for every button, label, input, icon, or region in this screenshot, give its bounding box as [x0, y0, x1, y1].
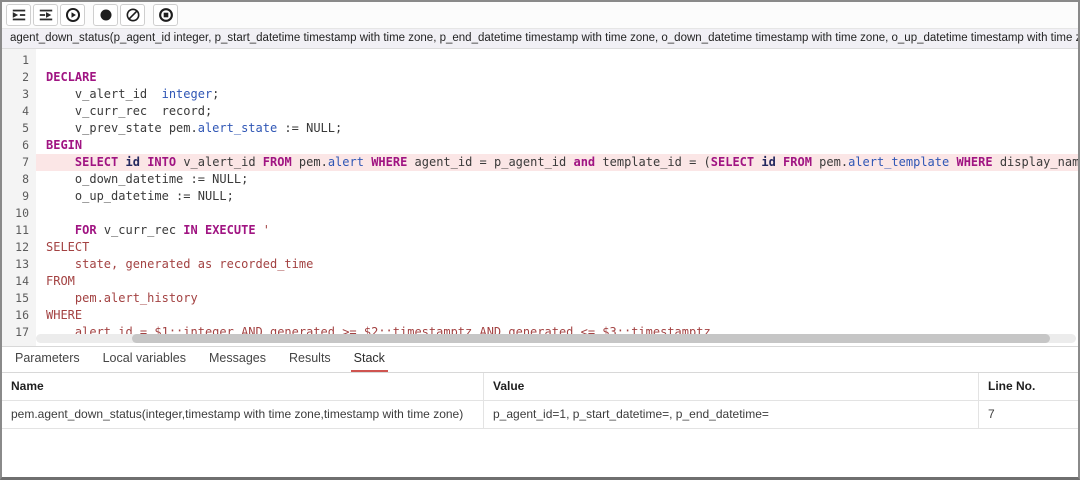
code-row: 13 state, generated as recorded_time	[2, 256, 1078, 273]
tab-parameters[interactable]: Parameters	[12, 347, 83, 372]
code-line[interactable]: DECLARE	[36, 69, 1078, 86]
code-row: 11 FOR v_curr_rec IN EXECUTE '	[2, 222, 1078, 239]
code-row: 4 v_curr_rec record;	[2, 103, 1078, 120]
line-number[interactable]: 3	[2, 86, 36, 103]
code-line[interactable]: FOR v_curr_rec IN EXECUTE '	[36, 222, 1078, 239]
line-number[interactable]: 14	[2, 273, 36, 290]
code-row: 14FROM	[2, 273, 1078, 290]
code-row: 3 v_alert_id integer;	[2, 86, 1078, 103]
code-line[interactable]: v_curr_rec record;	[36, 103, 1078, 120]
code-row: 8 o_down_datetime := NULL;	[2, 171, 1078, 188]
code-row: 15 pem.alert_history	[2, 290, 1078, 307]
line-number[interactable]: 9	[2, 188, 36, 205]
line-number[interactable]: 5	[2, 120, 36, 137]
code-line[interactable]: state, generated as recorded_time	[36, 256, 1078, 273]
frame-value-cell: p_agent_id=1, p_start_datetime=, p_end_d…	[484, 401, 979, 428]
code-line[interactable]	[36, 52, 1078, 69]
filled-circle-icon	[98, 7, 114, 23]
debugger-window: agent_down_status(p_agent_id integer, p_…	[0, 0, 1080, 480]
play-circle-icon	[65, 7, 81, 23]
line-number[interactable]: 15	[2, 290, 36, 307]
step-over-icon	[38, 7, 54, 23]
debugger-toolbar	[2, 2, 1078, 29]
line-number[interactable]: 4	[2, 103, 36, 120]
tab-stack[interactable]: Stack	[351, 347, 388, 372]
continue-button[interactable]	[60, 4, 85, 26]
tab-messages[interactable]: Messages	[206, 347, 269, 372]
clear-all-breakpoints-button[interactable]	[120, 4, 145, 26]
code-line[interactable]: o_up_datetime := NULL;	[36, 188, 1078, 205]
toggle-breakpoint-button[interactable]	[93, 4, 118, 26]
stack-table-header: NameValueLine No.	[2, 373, 1078, 401]
line-number[interactable]: 2	[2, 69, 36, 86]
column-header[interactable]: Line No.	[979, 373, 1078, 400]
column-header[interactable]: Name	[2, 373, 484, 400]
frame-line-cell: 7	[979, 401, 1078, 428]
code-row: 7 SELECT id INTO v_alert_id FROM pem.ale…	[2, 154, 1078, 171]
line-number[interactable]: 12	[2, 239, 36, 256]
debugger-tabs: Parameters Local variables Messages Results…	[2, 346, 1078, 372]
code-line[interactable]: SELECT	[36, 239, 1078, 256]
horizontal-scrollbar-thumb[interactable]	[132, 334, 1050, 343]
line-number[interactable]: 1	[2, 52, 36, 69]
step-into-button[interactable]	[6, 4, 31, 26]
tab-local-variables[interactable]: Local variables	[100, 347, 189, 372]
stack-frame-row[interactable]: pem.agent_down_status(integer,timestamp …	[2, 401, 1078, 429]
code-line[interactable]: WHERE	[36, 307, 1078, 324]
line-number[interactable]: 17	[2, 324, 36, 341]
code-line[interactable]	[36, 205, 1078, 222]
function-signature: agent_down_status(p_agent_id integer, p_…	[2, 29, 1078, 49]
code-line-current[interactable]: SELECT id INTO v_alert_id FROM pem.alert…	[36, 154, 1078, 171]
stack-table: NameValueLine No.pem.agent_down_status(i…	[2, 372, 1078, 429]
code-line[interactable]: v_alert_id integer;	[36, 86, 1078, 103]
line-number[interactable]: 13	[2, 256, 36, 273]
stop-button[interactable]	[153, 4, 178, 26]
code-line[interactable]: pem.alert_history	[36, 290, 1078, 307]
step-into-icon	[11, 7, 27, 23]
code-line[interactable]: o_down_datetime := NULL;	[36, 171, 1078, 188]
line-number[interactable]: 16	[2, 307, 36, 324]
code-row: 9 o_up_datetime := NULL;	[2, 188, 1078, 205]
code-row: 10	[2, 205, 1078, 222]
code-row: 16WHERE	[2, 307, 1078, 324]
stop-circle-icon	[158, 7, 174, 23]
line-number[interactable]: 8	[2, 171, 36, 188]
code-editor[interactable]: 12DECLARE3 v_alert_id integer;4 v_curr_r…	[2, 49, 1078, 346]
frame-name-cell: pem.agent_down_status(integer,timestamp …	[2, 401, 484, 428]
line-number[interactable]: 6	[2, 137, 36, 154]
code-row: 1	[2, 52, 1078, 69]
code-row: 12SELECT	[2, 239, 1078, 256]
code-line[interactable]: FROM	[36, 273, 1078, 290]
line-number[interactable]: 10	[2, 205, 36, 222]
tab-results[interactable]: Results	[286, 347, 334, 372]
step-over-button[interactable]	[33, 4, 58, 26]
column-header[interactable]: Value	[484, 373, 979, 400]
code-line[interactable]: v_prev_state pem.alert_state := NULL;	[36, 120, 1078, 137]
horizontal-scrollbar-track[interactable]	[36, 334, 1076, 343]
code-row: 2DECLARE	[2, 69, 1078, 86]
code-row: 5 v_prev_state pem.alert_state := NULL;	[2, 120, 1078, 137]
circle-slash-icon	[125, 7, 141, 23]
line-number[interactable]: 7	[2, 154, 36, 171]
code-line[interactable]: BEGIN	[36, 137, 1078, 154]
code-row: 6BEGIN	[2, 137, 1078, 154]
line-number[interactable]: 11	[2, 222, 36, 239]
